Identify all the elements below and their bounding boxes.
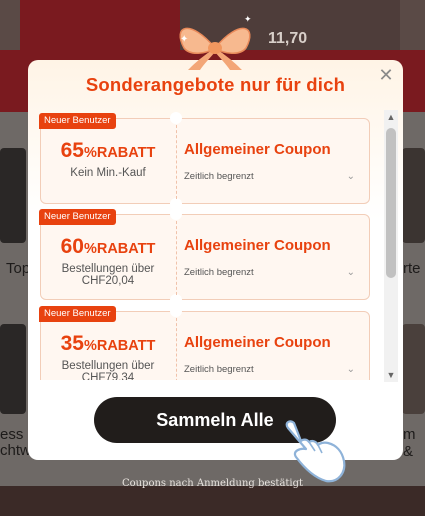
coupon-card[interactable]: Neuer Benutzer 35%RABATT Bestellungen üb… xyxy=(39,305,370,380)
discount-label: %RABATT xyxy=(83,241,156,257)
gift-bow-icon: ✦ ✦ xyxy=(179,15,252,70)
background-label-right-2: m & xyxy=(403,426,416,460)
background-label-left-2: ess xyxy=(0,426,24,443)
coupon-card[interactable]: Neuer Benutzer 60%RABATT Bestellungen üb… xyxy=(39,208,370,306)
coupon-list[interactable]: Neuer Benutzer 65%RABATT Kein Min.-Kauf … xyxy=(28,110,403,380)
background-label-left-3: chtw xyxy=(0,442,31,459)
banner-image-right xyxy=(400,0,425,50)
coupon-type: Allgemeiner Coupon xyxy=(184,141,331,158)
background-price: 11,70 xyxy=(268,30,308,47)
scrollbar[interactable]: ▲ ▼ xyxy=(384,110,398,382)
footer-note: Coupons nach Anmeldung bestätigt xyxy=(121,478,304,489)
discount-label: %RABATT xyxy=(83,145,156,161)
coupon-validity: Zeitlich begrenzt xyxy=(184,171,254,182)
coupon-divider xyxy=(176,318,177,380)
background-label-left: Top xyxy=(6,260,31,277)
coupon-divider xyxy=(176,221,177,295)
background-product-right xyxy=(402,148,425,243)
coupon-type: Allgemeiner Coupon xyxy=(184,334,331,351)
discount-amount: 60%RABATT xyxy=(41,235,175,259)
discount-label: %RABATT xyxy=(83,338,156,354)
coupon-notch xyxy=(170,208,182,220)
svg-text:✦: ✦ xyxy=(180,34,188,45)
coupon-card[interactable]: Neuer Benutzer 65%RABATT Kein Min.-Kauf … xyxy=(39,112,370,210)
coupon-notch xyxy=(170,112,182,124)
background-product-left-2 xyxy=(0,324,26,414)
scroll-down-icon[interactable]: ▼ xyxy=(384,368,398,382)
coupon-condition: Bestellungen über CHF20,04 xyxy=(61,263,155,287)
coupon-discount: 65%RABATT Kein Min.-Kauf xyxy=(41,119,175,203)
scroll-up-icon[interactable]: ▲ xyxy=(384,110,398,124)
coupon-discount: 60%RABATT Bestellungen über CHF20,04 xyxy=(41,215,175,299)
discount-amount: 65%RABATT xyxy=(41,139,175,163)
pointing-hand-icon xyxy=(285,420,346,483)
banner-image-left xyxy=(0,0,20,50)
chevron-down-icon[interactable]: ⌄ xyxy=(347,364,355,375)
coupon-discount: 35%RABATT Bestellungen über CHF79,34 xyxy=(41,312,175,380)
discount-percent: 65 xyxy=(60,139,84,162)
svg-text:✦: ✦ xyxy=(244,15,252,25)
discount-percent: 35 xyxy=(60,332,84,355)
discount-percent: 60 xyxy=(60,235,84,258)
background-footer xyxy=(0,486,425,516)
background-product-left xyxy=(0,148,26,243)
coupon-divider xyxy=(176,125,177,199)
background-label-right: rte xyxy=(403,260,421,277)
scrollbar-thumb[interactable] xyxy=(386,128,396,278)
chevron-down-icon[interactable]: ⌄ xyxy=(347,171,355,182)
chevron-down-icon[interactable]: ⌄ xyxy=(347,267,355,278)
coupon-notch xyxy=(170,305,182,317)
coupon-validity: Zeitlich begrenzt xyxy=(184,364,254,375)
coupon-modal: Sonderangebote nur für dich ✕ Neuer Benu… xyxy=(28,60,403,460)
modal-title: Sonderangebote nur für dich xyxy=(85,74,346,95)
coupon-condition: Kein Min.-Kauf xyxy=(70,167,146,179)
coupon-type: Allgemeiner Coupon xyxy=(184,237,331,254)
coupon-validity: Zeitlich begrenzt xyxy=(184,267,254,278)
close-icon[interactable]: ✕ xyxy=(377,66,395,84)
background-product-right-2 xyxy=(402,324,425,414)
coupon-condition: Bestellungen über CHF79,34 xyxy=(61,360,155,380)
discount-amount: 35%RABATT xyxy=(41,332,175,356)
